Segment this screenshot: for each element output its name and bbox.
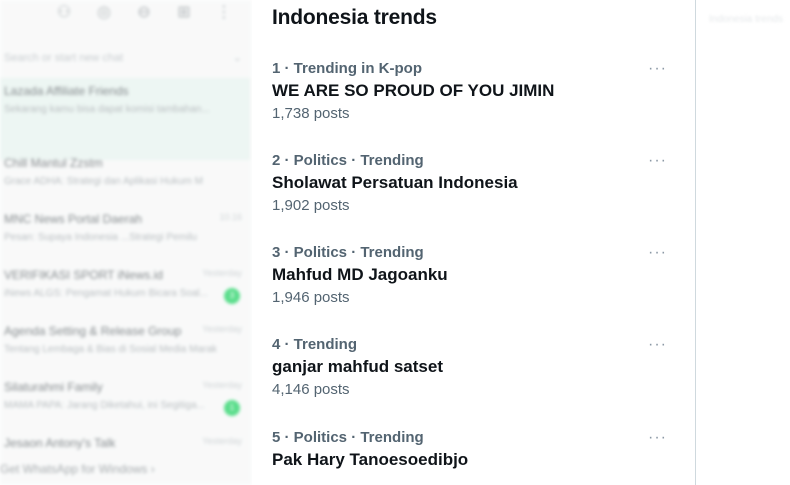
- chat-preview: Pesan: Supaya Indonesia ...Strategi Pemi…: [4, 232, 197, 243]
- search-placeholder: Search or start new chat: [4, 52, 124, 64]
- chat-item[interactable]: VERIFIKASI SPORT iNews.id iNews ALGS: Pe…: [0, 262, 250, 314]
- chat-name: MNC News Portal Daerah: [4, 212, 143, 226]
- chat-item[interactable]: Chill Mantul Zzstm Grace ADHA: Strategi …: [0, 150, 250, 202]
- status-icon[interactable]: ◎: [95, 2, 113, 21]
- unread-badge: 1: [224, 400, 240, 416]
- trend-meta: 4 · Trending: [272, 336, 358, 353]
- chat-time: Yesterday: [202, 436, 242, 446]
- trend-count: 1,902 posts: [272, 197, 350, 214]
- trend-topic: Sholawat Persatuan Indonesia: [272, 173, 518, 192]
- trend-count: 1,738 posts: [272, 105, 350, 122]
- trend-topic: Mahfud MD Jagoanku: [272, 265, 448, 284]
- unread-badge: 3: [224, 288, 240, 304]
- community-icon[interactable]: ⚇: [55, 2, 73, 21]
- trends-title: Indonesia trends: [272, 6, 437, 29]
- more-icon[interactable]: ···: [648, 337, 667, 353]
- chat-preview: Grace ADHA: Strategi dan Aplikasi Hukum …: [4, 176, 203, 187]
- chat-sidebar: ⚇ ◎ ⊖ ⊞ ⋮ Search or start new chat ⌄ Laz…: [0, 0, 252, 485]
- filter-icon[interactable]: ⌄: [233, 47, 242, 69]
- trends-panel: Indonesia trends 1 · Trending in K-pop W…: [252, 0, 696, 485]
- chat-preview: Sekarang kamu bisa dapat komisi tambahan…: [4, 104, 210, 115]
- trend-item[interactable]: 4 · Trending ganjar mahfud satset 4,146 …: [272, 336, 672, 398]
- menu-icon[interactable]: ⋮: [215, 2, 233, 21]
- more-icon[interactable]: ···: [648, 61, 667, 77]
- right-panel: Indonesia trends: [697, 0, 790, 485]
- chat-time: Yesterday: [202, 324, 242, 334]
- chat-preview: iNews ALGS: Pengamat Hukum Bicara Soal..…: [4, 288, 208, 299]
- trend-item[interactable]: 3 · Politics · Trending Mahfud MD Jagoan…: [272, 244, 672, 306]
- trend-meta: 1 · Trending in K-pop: [272, 60, 422, 77]
- chat-time: Yesterday: [202, 380, 242, 390]
- get-app-link[interactable]: Get WhatsApp for Windows ›: [0, 462, 155, 476]
- more-icon[interactable]: ···: [648, 430, 667, 446]
- chat-name: Chill Mantul Zzstm: [4, 156, 103, 170]
- chat-item[interactable]: Silaturahmi Family MAMA PAPA: Jarang Dik…: [0, 374, 250, 426]
- chat-item[interactable]: Lazada Affiliate Friends Sekarang kamu b…: [0, 78, 250, 160]
- faded-label: Indonesia trends: [709, 14, 783, 25]
- trend-topic: ganjar mahfud satset: [272, 357, 443, 376]
- chat-time: Yesterday: [202, 268, 242, 278]
- chat-preview: MAMA PAPA: Jarang Diketahui, ini Segitig…: [4, 400, 205, 411]
- chat-preview: Tentang Lembaga & Bias di Sosial Media M…: [4, 344, 217, 355]
- trend-item[interactable]: 2 · Politics · Trending Sholawat Persatu…: [272, 152, 672, 214]
- chat-item[interactable]: MNC News Portal Daerah Pesan: Supaya Ind…: [0, 206, 250, 258]
- trend-topic: WE ARE SO PROUD OF YOU JIMIN: [272, 81, 555, 100]
- trend-meta: 3 · Politics · Trending: [272, 244, 424, 261]
- trend-meta: 5 · Politics · Trending: [272, 429, 424, 446]
- trend-topic: Pak Hary Tanoesoedibjo: [272, 450, 469, 469]
- trend-item[interactable]: 5 · Politics · Trending Pak Hary Tanoeso…: [272, 429, 672, 470]
- chat-item[interactable]: Agenda Setting & Release Group Tentang L…: [0, 318, 250, 370]
- search-input[interactable]: Search or start new chat ⌄: [0, 47, 248, 69]
- chat-time: 10.16: [219, 212, 242, 222]
- panel-divider: [695, 0, 696, 485]
- trend-meta: 2 · Politics · Trending: [272, 152, 424, 169]
- trend-count: 1,946 posts: [272, 289, 350, 306]
- more-icon[interactable]: ···: [648, 153, 667, 169]
- new-chat-icon[interactable]: ⊞: [175, 2, 193, 21]
- sidebar-toolbar: ⚇ ◎ ⊖ ⊞ ⋮: [55, 2, 233, 21]
- more-icon[interactable]: ···: [648, 245, 667, 261]
- channels-icon[interactable]: ⊖: [135, 2, 153, 21]
- trend-item[interactable]: 1 · Trending in K-pop WE ARE SO PROUD OF…: [272, 60, 672, 122]
- chat-name: Lazada Affiliate Friends: [4, 84, 129, 98]
- trend-count: 4,146 posts: [272, 381, 350, 398]
